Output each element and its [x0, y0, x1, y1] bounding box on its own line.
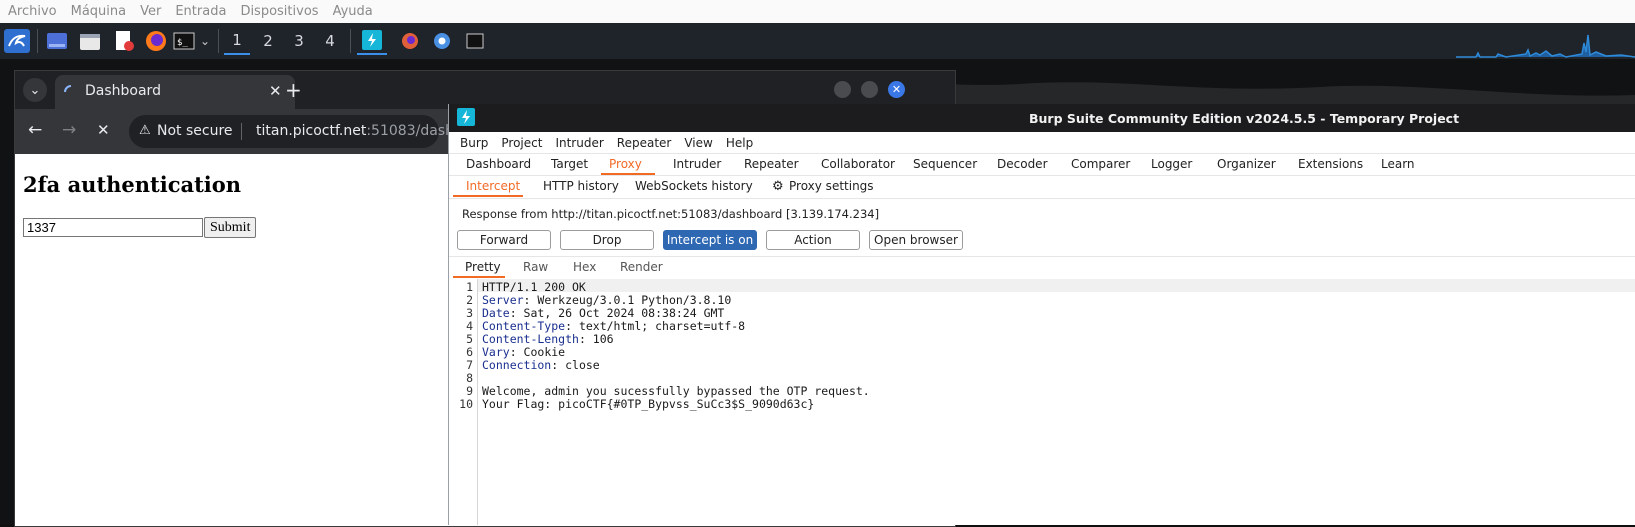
- close-window-icon[interactable]: ✕: [888, 81, 905, 98]
- url-text: titan.picoctf.net:51083/dashboa: [256, 123, 480, 139]
- response-line: Date: Sat, 26 Oct 2024 08:38:24 GMT: [482, 306, 725, 320]
- vm-menu-ver[interactable]: Ver: [140, 4, 161, 19]
- workspace-3[interactable]: 3: [286, 27, 312, 55]
- tab-intruder[interactable]: Intruder: [673, 157, 721, 171]
- vm-menu-archivo[interactable]: Archivo: [8, 4, 57, 19]
- svg-text:$_: $_: [177, 38, 188, 48]
- tab-dashboard[interactable]: Dashboard: [466, 157, 531, 171]
- action-button[interactable]: Action: [766, 230, 860, 250]
- vm-menu-dispositivos[interactable]: Dispositivos: [240, 4, 318, 19]
- editor-tab-hex[interactable]: Hex: [573, 260, 596, 274]
- burp-logo-icon: [457, 108, 475, 126]
- page-heading: 2fa authentication: [23, 172, 242, 197]
- response-line: Content-Type: text/html; charset=utf-8: [482, 319, 746, 333]
- loading-spinner-icon: [64, 85, 72, 93]
- tab-sequencer[interactable]: Sequencer: [913, 157, 977, 171]
- close-tab-icon[interactable]: ✕: [269, 82, 282, 100]
- firefox-taskbar-icon[interactable]: [398, 27, 422, 55]
- intercept-toggle-button[interactable]: Intercept is on: [663, 230, 757, 250]
- editor-tab-pretty[interactable]: Pretty: [465, 260, 501, 274]
- tab-comparer[interactable]: Comparer: [1071, 157, 1130, 171]
- submit-button[interactable]: Submit: [204, 217, 257, 238]
- subtab-proxy-settings[interactable]: Proxy settings: [789, 179, 874, 193]
- security-label[interactable]: Not secure: [157, 123, 233, 139]
- terminal-taskbar-icon[interactable]: [463, 27, 487, 55]
- url-host: titan.picoctf.net: [256, 123, 367, 139]
- address-bar[interactable]: ⚠ Not secure titan.picoctf.net:51083/das…: [129, 115, 480, 148]
- editor-tab-render[interactable]: Render: [620, 260, 663, 274]
- burp-menu-repeater[interactable]: Repeater: [617, 136, 672, 150]
- burp-main-tabs: Dashboard Target Proxy Intruder Repeater…: [449, 153, 1635, 176]
- editor-tab-raw[interactable]: Raw: [523, 260, 548, 274]
- proxy-subtabs: Intercept HTTP history WebSockets histor…: [449, 175, 1635, 199]
- message-editor-tabs: Pretty Raw Hex Render: [449, 256, 1635, 280]
- burp-menubar: Burp Project Intruder Repeater View Help: [449, 132, 1635, 153]
- browser-tab-dashboard[interactable]: Dashboard ✕: [55, 75, 295, 109]
- vm-menu-maquina[interactable]: Máquina: [71, 4, 127, 19]
- burp-window: Burp Suite Community Edition v2024.5.5 -…: [448, 104, 1635, 525]
- subtab-http-history[interactable]: HTTP history: [543, 179, 619, 193]
- tab-target[interactable]: Target: [551, 157, 588, 171]
- terminal-icon[interactable]: $_: [172, 27, 196, 55]
- new-tab-icon[interactable]: +: [285, 78, 302, 102]
- workspace-2[interactable]: 2: [255, 27, 281, 55]
- burp-menu-project[interactable]: Project: [501, 136, 542, 150]
- response-line: HTTP/1.1 200 OK: [482, 280, 586, 294]
- burp-window-title: Burp Suite Community Edition v2024.5.5 -…: [1029, 111, 1460, 126]
- text-editor-icon[interactable]: [112, 27, 136, 55]
- subtab-websockets-history[interactable]: WebSockets history: [635, 179, 753, 193]
- drop-button[interactable]: Drop: [560, 230, 654, 250]
- burp-menu-view[interactable]: View: [684, 136, 712, 150]
- forward-icon[interactable]: →: [62, 120, 76, 140]
- subtab-intercept[interactable]: Intercept: [466, 179, 520, 193]
- vm-menu-entrada[interactable]: Entrada: [175, 4, 226, 19]
- burp-taskbar-icon[interactable]: [357, 27, 387, 55]
- desktop-icon[interactable]: [45, 27, 69, 55]
- response-editor[interactable]: HTTP/1.1 200 OK Server: Werkzeug/3.0.1 P…: [449, 279, 1635, 525]
- tab-repeater[interactable]: Repeater: [744, 157, 799, 171]
- otp-input[interactable]: [23, 218, 203, 237]
- warning-icon: ⚠: [139, 123, 151, 138]
- burp-menu-help[interactable]: Help: [726, 136, 753, 150]
- chevron-down-icon[interactable]: ⌄: [198, 27, 212, 55]
- tab-learn[interactable]: Learn: [1381, 157, 1415, 171]
- firefox-icon[interactable]: [144, 27, 168, 55]
- tab-organizer[interactable]: Organizer: [1217, 157, 1276, 171]
- response-body-welcome: Welcome, admin you sucessfully bypassed …: [482, 384, 870, 398]
- subtab-intercept-underline: [453, 195, 523, 197]
- stop-icon[interactable]: ✕: [97, 121, 110, 139]
- tab-collaborator[interactable]: Collaborator: [821, 157, 895, 171]
- browser-tab-title: Dashboard: [85, 83, 161, 99]
- tab-extensions[interactable]: Extensions: [1298, 157, 1363, 171]
- open-browser-button[interactable]: Open browser: [869, 230, 963, 250]
- maximize-icon[interactable]: [861, 81, 878, 98]
- cpu-graph-icon: [1456, 34, 1635, 58]
- burp-titlebar: Burp Suite Community Edition v2024.5.5 -…: [449, 104, 1635, 132]
- back-icon[interactable]: ←: [28, 120, 42, 140]
- burp-menu-intruder[interactable]: Intruder: [555, 136, 603, 150]
- response-line: Vary: Cookie: [482, 345, 566, 359]
- response-from-label: Response from http://titan.picoctf.net:5…: [462, 207, 880, 221]
- burp-menu-burp[interactable]: Burp: [460, 136, 488, 150]
- response-line: Server: Werkzeug/3.0.1 Python/3.8.10: [482, 293, 732, 307]
- tab-decoder[interactable]: Decoder: [997, 157, 1048, 171]
- response-line: Connection: close: [482, 358, 600, 372]
- minimize-icon[interactable]: [834, 81, 851, 98]
- workspace-4[interactable]: 4: [317, 27, 343, 55]
- tab-proxy[interactable]: Proxy: [609, 157, 642, 171]
- forward-button[interactable]: Forward: [457, 230, 551, 250]
- file-manager-icon[interactable]: [78, 27, 102, 55]
- response-line: Content-Length: 106: [482, 332, 614, 346]
- editor-tab-pretty-underline: [453, 276, 505, 278]
- response-body-flag: Your Flag: picoCTF{#0TP_Bypvss_SuCc3$S_9…: [482, 397, 815, 411]
- vm-menu-ayuda[interactable]: Ayuda: [333, 4, 373, 19]
- tab-logger[interactable]: Logger: [1151, 157, 1192, 171]
- kali-menu-icon[interactable]: [2, 27, 32, 55]
- vm-menubar: Archivo Máquina Ver Entrada Dispositivos…: [0, 0, 1635, 24]
- tab-search-icon[interactable]: ⌄: [23, 78, 47, 102]
- workspace-1[interactable]: 1: [224, 27, 250, 55]
- gear-icon[interactable]: ⚙: [772, 179, 784, 194]
- taskbar: $_ ⌄ 1 2 3 4: [0, 23, 1635, 59]
- chromium-taskbar-icon[interactable]: [430, 27, 454, 55]
